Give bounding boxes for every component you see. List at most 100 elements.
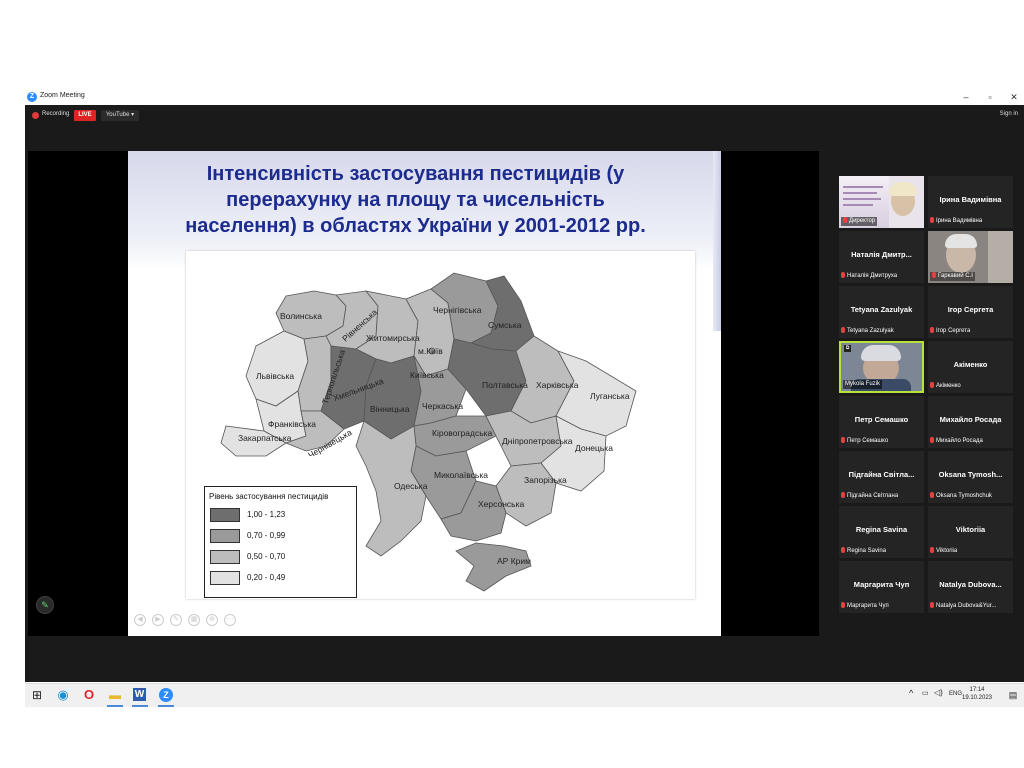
mic-muted-icon <box>930 437 934 443</box>
label-cherkasy: Черкаська <box>422 401 463 411</box>
participant-label: Наталія Дмитруха <box>841 272 897 281</box>
participant-name: Михайло Росада <box>939 415 1002 424</box>
system-clock[interactable]: 17:14 19.10.2023 <box>957 686 997 702</box>
mic-muted-icon <box>930 547 934 553</box>
mic-muted-icon <box>841 547 845 553</box>
participant-label: Гаркавий С.І <box>930 272 975 281</box>
mic-muted-icon <box>932 272 936 278</box>
label-kyiv-city: м.Київ <box>418 346 443 356</box>
edge-browser-icon[interactable]: ◉ <box>55 687 71 703</box>
opera-browser-icon[interactable]: O <box>81 687 97 703</box>
live-badge[interactable]: LIVE <box>74 110 96 121</box>
active-indicator <box>132 705 148 707</box>
label-luhansk: Луганська <box>590 391 630 401</box>
mic-muted-icon <box>930 602 934 608</box>
annotate-pencil-icon[interactable]: ✎ <box>36 596 54 614</box>
legend-title: Рівень застосування пестицидів <box>209 492 329 501</box>
mic-muted-icon <box>930 327 934 333</box>
active-indicator <box>107 705 123 707</box>
participant-tile[interactable]: Акіменко Акіменко <box>928 341 1013 393</box>
sign-in-link[interactable]: Sign in <box>1000 111 1018 117</box>
participant-tile[interactable]: Директор <box>839 176 924 228</box>
participant-tile[interactable]: Маргарита Чуп Маргарита Чуп <box>839 561 924 613</box>
recording-label: Recording <box>42 111 70 117</box>
label-zhytomyr: Житомирська <box>366 333 420 343</box>
zoom-logo-icon: Z <box>27 92 37 102</box>
zoom-icon[interactable]: ⊕ <box>206 614 218 626</box>
participant-gallery: Директор Ірина Вадимівна Ірина Вадимівна… <box>839 176 1013 613</box>
presentation-slide: Інтенсивність застосування пестицидів (у… <box>128 151 721 636</box>
label-kyiv: Київська <box>410 370 444 380</box>
minimize-button[interactable]: – <box>959 90 973 105</box>
participant-label: Директор <box>841 217 878 226</box>
slide-title-line: перерахунку на площу та чисельність <box>226 189 605 211</box>
participant-name: Підгайна Світла... <box>848 470 915 479</box>
mic-muted-icon <box>841 602 845 608</box>
participant-tile[interactable]: Natalya Dubova... Natalya Dubova&Yur... <box>928 561 1013 613</box>
windows-taskbar: ⊞ ◉ O ▬ W Z ^ ▭ ◁) ENG 17:14 19.10.2023 … <box>25 683 1024 707</box>
close-button[interactable]: ✕ <box>1007 90 1021 105</box>
meeting-top-bar: Recording LIVE YouTube ▾ Sign in <box>25 105 1024 127</box>
notifications-icon[interactable]: ▤ <box>1007 689 1019 701</box>
pen-icon[interactable]: ✎ <box>170 614 182 626</box>
participant-tile[interactable]: Наталія Дмитр... Наталія Дмитруха <box>839 231 924 283</box>
participant-name: Маргарита Чуп <box>853 580 910 589</box>
participant-tile[interactable]: Підгайна Світла... Підгайна Світлана <box>839 451 924 503</box>
slides-icon[interactable]: ▦ <box>188 614 200 626</box>
legend-label: 0,20 - 0,49 <box>247 573 286 582</box>
participant-label: Viktoriia <box>930 547 957 556</box>
participant-name: Natalya Dubova... <box>939 580 1002 589</box>
maximize-button[interactable]: ▫ <box>983 90 997 105</box>
label-kirovohrad: Кіровоградська <box>432 428 493 438</box>
file-explorer-icon[interactable]: ▬ <box>107 687 123 703</box>
participant-label: Natalya Dubova&Yur... <box>930 602 996 611</box>
label-crimea: АР Крим <box>497 556 531 566</box>
next-slide-icon[interactable]: ▶ <box>152 614 164 626</box>
clock-time: 17:14 <box>969 687 985 693</box>
prev-slide-icon[interactable]: ◀ <box>134 614 146 626</box>
participant-name: Tetyana Zazulyak <box>850 305 913 314</box>
window-title-bar: Z Zoom Meeting – ▫ ✕ <box>25 90 1024 105</box>
label-odesa: Одеська <box>394 481 428 491</box>
pin-icon[interactable]: ⧉ <box>844 345 851 352</box>
participant-name: Ірина Вадимівна <box>939 195 1002 204</box>
legend-label: 0,50 - 0,70 <box>247 552 286 561</box>
word-app-icon[interactable]: W <box>133 688 146 701</box>
participant-tile[interactable]: Tetyana Zazulyak Tetyana Zazulyak <box>839 286 924 338</box>
windows-start-icon[interactable]: ⊞ <box>29 687 45 703</box>
zoom-app-icon[interactable]: Z <box>159 688 173 702</box>
participant-tile[interactable]: Viktoriia Viktoriia <box>928 506 1013 558</box>
participant-tile[interactable]: Ірина Вадимівна Ірина Вадимівна <box>928 176 1013 228</box>
participant-tile[interactable]: Петр Семашко Петр Семашко <box>839 396 924 448</box>
participant-tile[interactable]: Михайло Росада Михайло Росада <box>928 396 1013 448</box>
clock-date: 19.10.2023 <box>961 695 993 701</box>
participant-label: Regina Savina <box>841 547 886 556</box>
more-icon[interactable]: ⋯ <box>224 614 236 626</box>
participant-label: Oksana Tymoshchuk <box>930 492 992 501</box>
ukraine-map-panel: Волинська Рівненська Житомирська Чернігі… <box>186 251 695 599</box>
participant-video <box>889 182 917 196</box>
label-mykolaiv: Миколаївська <box>434 470 488 480</box>
participant-name: Ігор Сергета <box>947 305 994 314</box>
window-title: Zoom Meeting <box>40 92 85 99</box>
slide-title-line: Інтенсивність застосування пестицидів (у <box>206 163 625 185</box>
youtube-dropdown[interactable]: YouTube ▾ <box>101 110 139 121</box>
mic-muted-icon <box>930 382 934 388</box>
legend-label: 0,70 - 0,99 <box>247 531 286 540</box>
tray-chevron-icon[interactable]: ^ <box>909 688 913 698</box>
participant-tile[interactable]: Гаркавий С.І <box>928 231 1013 283</box>
region-crimea <box>455 542 532 592</box>
volume-icon[interactable]: ◁) <box>934 688 943 697</box>
network-icon[interactable]: ▭ <box>922 689 929 697</box>
participant-tile[interactable]: Regina Savina Regina Savina <box>839 506 924 558</box>
participant-label: Петр Семашко <box>841 437 888 446</box>
legend-swatch <box>210 508 240 522</box>
active-indicator <box>158 705 174 707</box>
participant-label: Підгайна Світлана <box>841 492 898 501</box>
slide-decoration <box>713 151 721 331</box>
participant-tile-active-speaker[interactable]: ⧉ Mykola Fuzik <box>839 341 924 393</box>
label-chernihiv: Чернігівська <box>433 305 482 315</box>
participant-tile[interactable]: Ігор Сергета Ігор Сергета <box>928 286 1013 338</box>
participant-tile[interactable]: Oksana Tymosh... Oksana Tymoshchuk <box>928 451 1013 503</box>
participant-name: Наталія Дмитр... <box>851 250 912 259</box>
